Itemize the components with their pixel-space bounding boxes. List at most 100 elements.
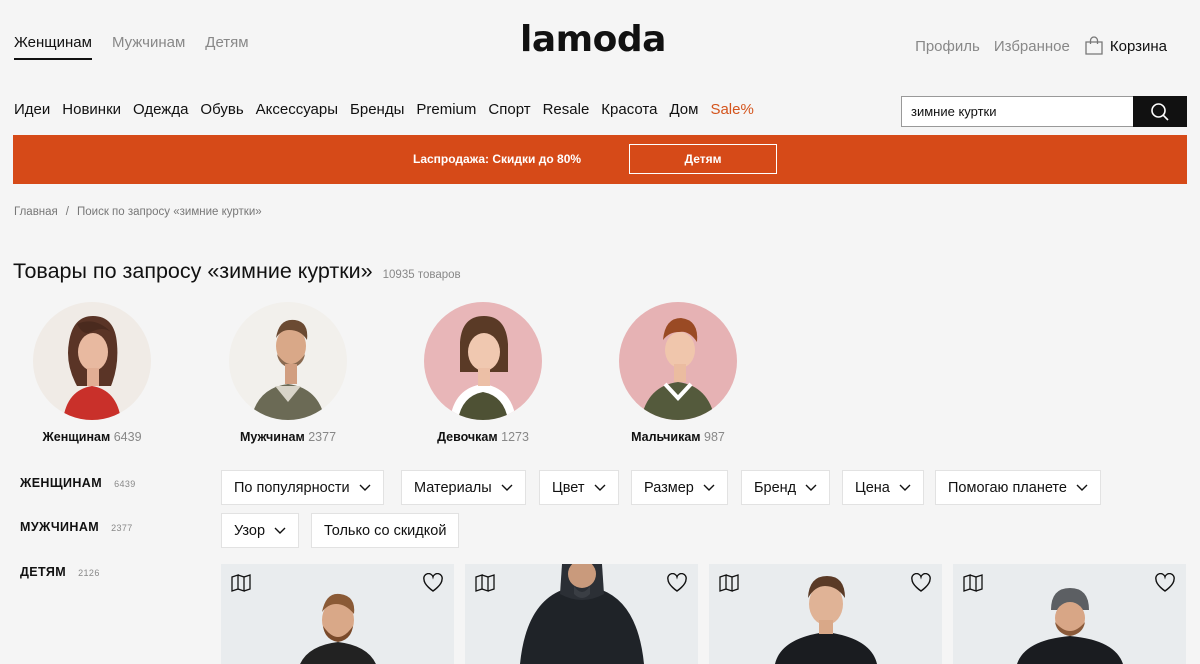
page-title: Товары по запросу «зимние куртки» 10935 … [13, 259, 461, 284]
promo-kids-button[interactable]: Детям [629, 144, 777, 174]
promo-banner[interactable]: Lаспродажа: Скидки до 80% Детям [13, 135, 1187, 184]
promo-text: Lаспродажа: Скидки до 80% [413, 152, 582, 166]
size-guide-icon[interactable] [475, 574, 495, 592]
sidebar-item-count: 2126 [78, 568, 100, 578]
gender-tab-men[interactable]: Мужчинам [112, 34, 185, 60]
gender-card-girls[interactable]: Девочкам 1273 [403, 302, 563, 444]
filter-discount-only[interactable]: Только со скидкой [311, 513, 460, 548]
product-card[interactable] [221, 564, 454, 664]
filter-label: Бренд [754, 479, 797, 496]
product-card[interactable] [465, 564, 698, 664]
cart-label: Корзина [1109, 37, 1167, 55]
filter-label: Помогаю планете [948, 479, 1067, 496]
category-brands[interactable]: Бренды [350, 101, 404, 118]
filter-color[interactable]: Цвет [539, 470, 619, 505]
filter-sort[interactable]: По популярности [221, 470, 384, 505]
search-button[interactable] [1133, 96, 1187, 127]
heart-icon[interactable] [666, 573, 688, 593]
heart-icon[interactable] [910, 573, 932, 593]
category-beauty[interactable]: Красота [601, 101, 657, 118]
breadcrumb-separator: / [65, 206, 69, 218]
size-guide-icon[interactable] [963, 574, 983, 592]
sidebar-item-women[interactable]: ЖЕНЩИНАМ 6439 [20, 476, 136, 490]
search-icon [1151, 102, 1169, 121]
search-bar [901, 96, 1187, 127]
boys-card-label: Мальчикам 987 [631, 430, 725, 444]
filter-materials[interactable]: Материалы [401, 470, 526, 505]
filter-label: Цена [855, 479, 890, 496]
filter-label: Цвет [552, 479, 585, 496]
filter-label: Только со скидкой [324, 522, 447, 539]
filter-label: Материалы [414, 479, 492, 496]
category-premium[interactable]: Premium [416, 101, 476, 118]
boys-photo [619, 302, 737, 420]
size-guide-icon[interactable] [719, 574, 739, 592]
filter-label: Размер [644, 479, 694, 496]
logo[interactable]: lamoda [520, 18, 680, 62]
favorites-link[interactable]: Избранное [994, 38, 1070, 55]
category-new[interactable]: Новинки [62, 101, 121, 118]
sidebar-item-count: 6439 [114, 479, 136, 489]
filter-eco[interactable]: Помогаю планете [935, 470, 1101, 505]
size-guide-icon[interactable] [231, 574, 251, 592]
sidebar-item-men[interactable]: МУЖЧИНАМ 2377 [20, 520, 133, 534]
chevron-down-icon [899, 484, 911, 491]
chevron-down-icon [359, 484, 371, 491]
women-photo [33, 302, 151, 420]
sidebar-item-label: МУЖЧИНАМ [20, 520, 100, 534]
logo-text: lamoda [520, 19, 666, 60]
filter-price[interactable]: Цена [842, 470, 924, 505]
filter-pattern[interactable]: Узор [221, 513, 300, 548]
chevron-down-icon [703, 484, 715, 491]
product-photo [299, 593, 376, 664]
breadcrumb-home[interactable]: Главная [14, 206, 58, 218]
category-home[interactable]: Дом [669, 101, 698, 118]
category-shoes[interactable]: Обувь [200, 101, 243, 118]
result-count: 10935 товаров [382, 269, 461, 281]
category-nav: Идеи Новинки Одежда Обувь Аксессуары Бре… [14, 101, 754, 118]
user-nav: Профиль Избранное Корзина [915, 36, 1167, 56]
category-sport[interactable]: Спорт [488, 101, 530, 118]
filter-label: По популярности [234, 479, 350, 496]
category-sale[interactable]: Sale% [710, 101, 753, 118]
men-photo [229, 302, 347, 420]
shopping-bag-icon [1085, 36, 1103, 55]
sidebar-item-label: ЖЕНЩИНАМ [20, 476, 103, 490]
cart-link[interactable]: Корзина [1084, 36, 1167, 56]
breadcrumb: Главная / Поиск по запросу «зимние куртк… [14, 206, 262, 218]
chevron-down-icon [1076, 484, 1088, 491]
filter-label: Узор [234, 522, 266, 539]
category-accessories[interactable]: Аксессуары [256, 101, 338, 118]
gender-card-boys[interactable]: Мальчикам 987 [598, 302, 758, 444]
heart-icon[interactable] [1154, 573, 1176, 593]
chevron-down-icon [594, 484, 605, 491]
profile-link[interactable]: Профиль [915, 38, 980, 55]
women-card-label: Женщинам 6439 [42, 430, 142, 444]
chevron-down-icon [274, 527, 286, 534]
girls-card-label: Девочкам 1273 [437, 430, 529, 444]
breadcrumb-current: Поиск по запросу «зимние куртки» [76, 206, 262, 218]
chevron-down-icon [805, 484, 817, 491]
gender-card-men[interactable]: Мужчинам 2377 [208, 302, 368, 444]
girls-photo [424, 302, 542, 420]
product-card[interactable] [709, 564, 942, 664]
product-photo [1016, 588, 1123, 664]
category-resale[interactable]: Resale [543, 101, 590, 118]
filter-brand[interactable]: Бренд [741, 470, 831, 505]
gender-tab-kids[interactable]: Детям [205, 34, 248, 60]
search-input[interactable] [901, 96, 1133, 127]
category-ideas[interactable]: Идеи [14, 101, 50, 118]
sidebar-item-kids[interactable]: ДЕТЯМ 2126 [20, 565, 100, 579]
product-photo [519, 564, 644, 664]
gender-card-women[interactable]: Женщинам 6439 [12, 302, 172, 444]
heart-icon[interactable] [422, 573, 444, 593]
gender-tab-women[interactable]: Женщинам [14, 34, 92, 60]
chevron-down-icon [501, 484, 513, 491]
category-clothing[interactable]: Одежда [133, 101, 188, 118]
sidebar-item-count: 2377 [111, 523, 133, 533]
filter-size[interactable]: Размер [631, 470, 728, 505]
gender-nav: Женщинам Мужчинам Детям [14, 34, 249, 60]
page-title-text: Товары по запросу «зимние куртки» [13, 259, 373, 283]
product-card[interactable] [953, 564, 1186, 664]
sidebar-item-label: ДЕТЯМ [20, 565, 67, 579]
